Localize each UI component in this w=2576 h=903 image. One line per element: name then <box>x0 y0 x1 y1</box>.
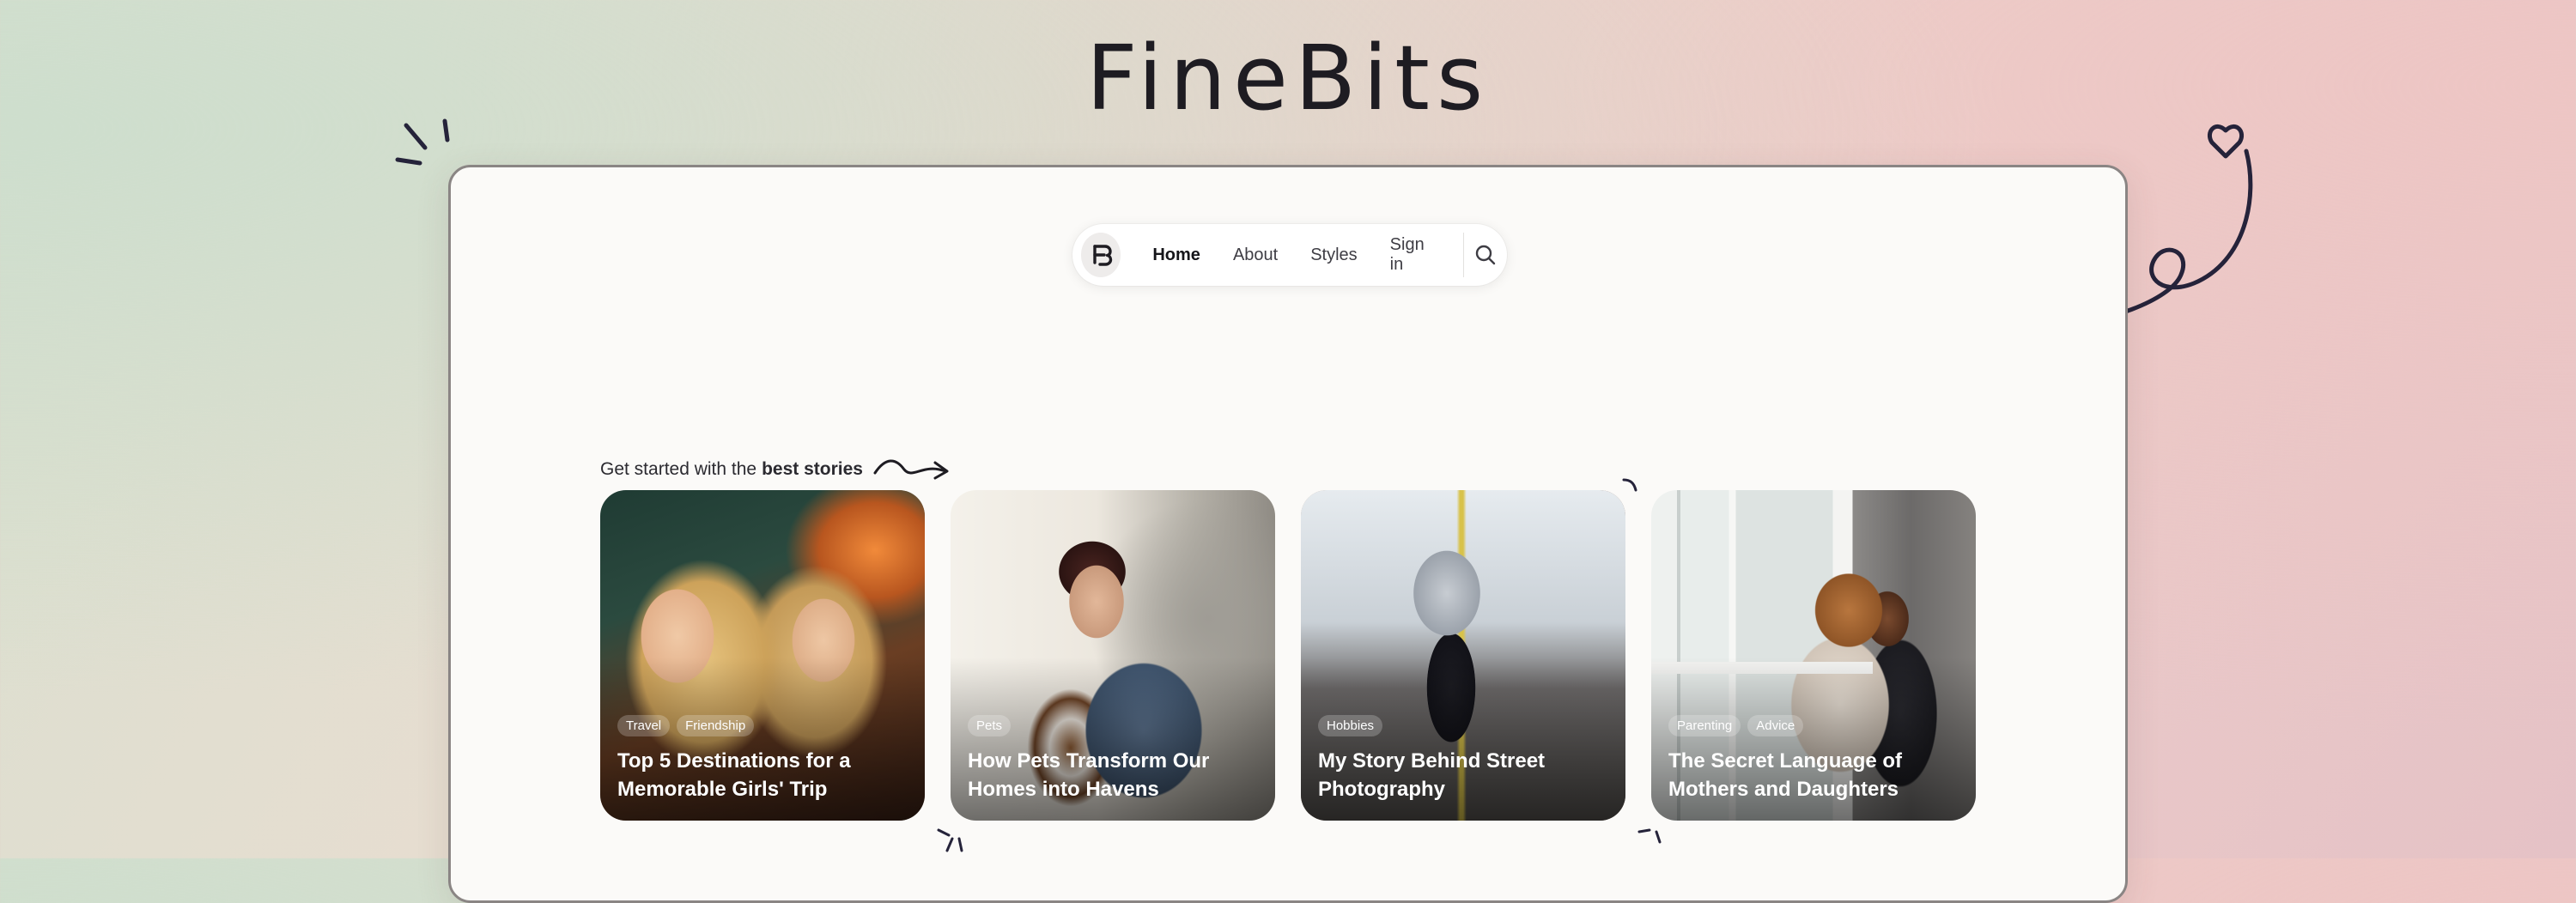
story-card[interactable]: Hobbies My Story Behind Street Photograp… <box>1301 490 1625 821</box>
burst-doodle-icon <box>395 118 450 166</box>
curvy-arrow-icon <box>873 459 949 480</box>
story-title[interactable]: Top 5 Destinations for a Memorable Girls… <box>617 747 908 803</box>
search-button[interactable] <box>1464 231 1507 279</box>
card-content: Pets How Pets Transform Our Homes into H… <box>968 715 1258 803</box>
section-heading: Get started with the best stories <box>600 452 956 487</box>
tag[interactable]: Advice <box>1747 715 1804 736</box>
card-content: Travel Friendship Top 5 Destinations for… <box>617 715 908 803</box>
story-title[interactable]: How Pets Transform Our Homes into Havens <box>968 747 1258 803</box>
tag-list: Pets <box>968 715 1258 736</box>
story-card[interactable]: Pets How Pets Transform Our Homes into H… <box>951 490 1275 821</box>
story-title[interactable]: My Story Behind Street Photography <box>1318 747 1608 803</box>
page-frame: Home About Styles Sign in Get started wi… <box>448 165 2128 903</box>
nav-item-home[interactable]: Home <box>1152 245 1200 265</box>
nav-item-styles[interactable]: Styles <box>1310 245 1357 265</box>
section-heading-prefix: Get started with the <box>600 459 757 479</box>
spark-doodle-icon <box>1637 828 1662 844</box>
tag-list: Travel Friendship <box>617 715 908 736</box>
tick-doodle-icon <box>1622 478 1637 492</box>
nav-item-sign-in[interactable]: Sign in <box>1390 235 1437 275</box>
tag-list: Hobbies <box>1318 715 1608 736</box>
story-card[interactable]: Travel Friendship Top 5 Destinations for… <box>600 490 925 821</box>
card-content: Parenting Advice The Secret Language of … <box>1668 715 1959 803</box>
card-content: Hobbies My Story Behind Street Photograp… <box>1318 715 1608 803</box>
story-cards: Travel Friendship Top 5 Destinations for… <box>600 490 1976 821</box>
tag[interactable]: Travel <box>617 715 671 736</box>
tag-list: Parenting Advice <box>1668 715 1959 736</box>
nav-item-about[interactable]: About <box>1233 245 1278 265</box>
section-heading-emphasis: best stories <box>762 459 863 479</box>
main-nav: Home About Styles Sign in <box>1072 224 1507 286</box>
finebits-logo-icon[interactable] <box>1081 233 1121 277</box>
story-title[interactable]: The Secret Language of Mothers and Daugh… <box>1668 747 1959 803</box>
tag[interactable]: Parenting <box>1668 715 1741 736</box>
search-icon <box>1475 245 1496 265</box>
tag[interactable]: Hobbies <box>1318 715 1383 736</box>
story-card[interactable]: Parenting Advice The Secret Language of … <box>1651 490 1976 821</box>
tag[interactable]: Friendship <box>677 715 755 736</box>
tag[interactable]: Pets <box>968 715 1012 736</box>
